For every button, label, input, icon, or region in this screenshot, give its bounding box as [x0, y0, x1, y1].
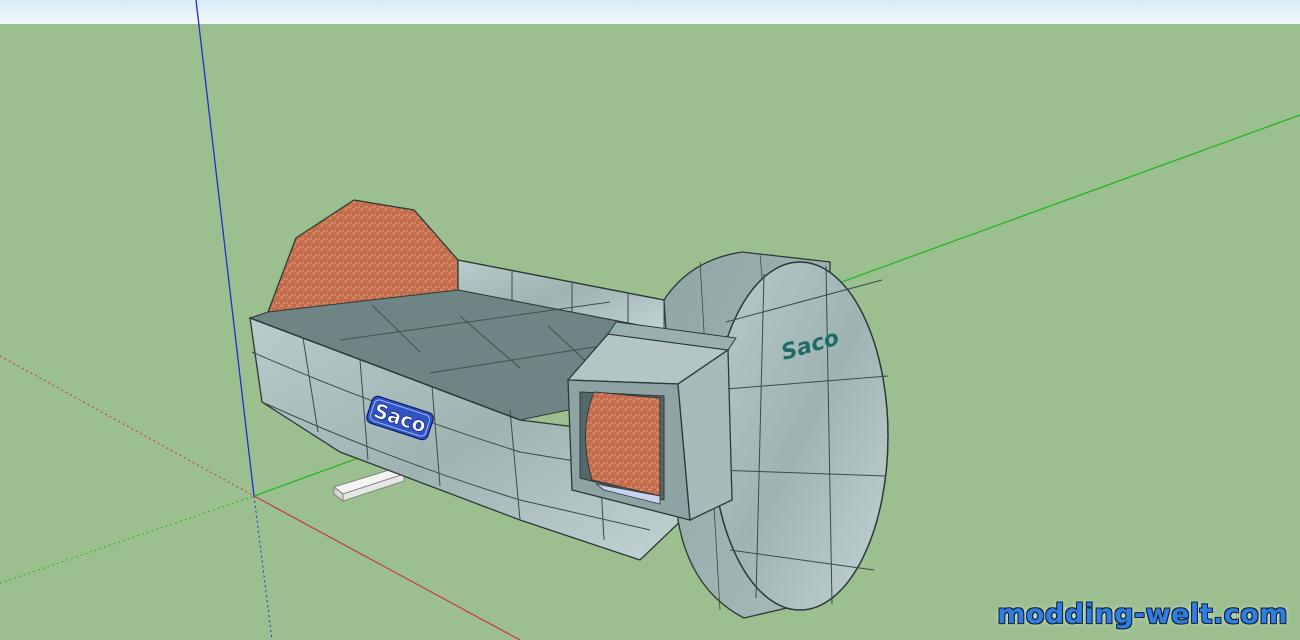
drum-inlet[interactable]: [566, 321, 737, 521]
sketchup-viewport[interactable]: Saco Saco modding-welt.com: [0, 0, 1300, 640]
sky: [0, 0, 1300, 24]
drum-face: [711, 261, 889, 611]
scene-canvas[interactable]: Saco Saco: [0, 0, 1300, 640]
watermark-text: modding-welt.com: [997, 599, 1288, 630]
